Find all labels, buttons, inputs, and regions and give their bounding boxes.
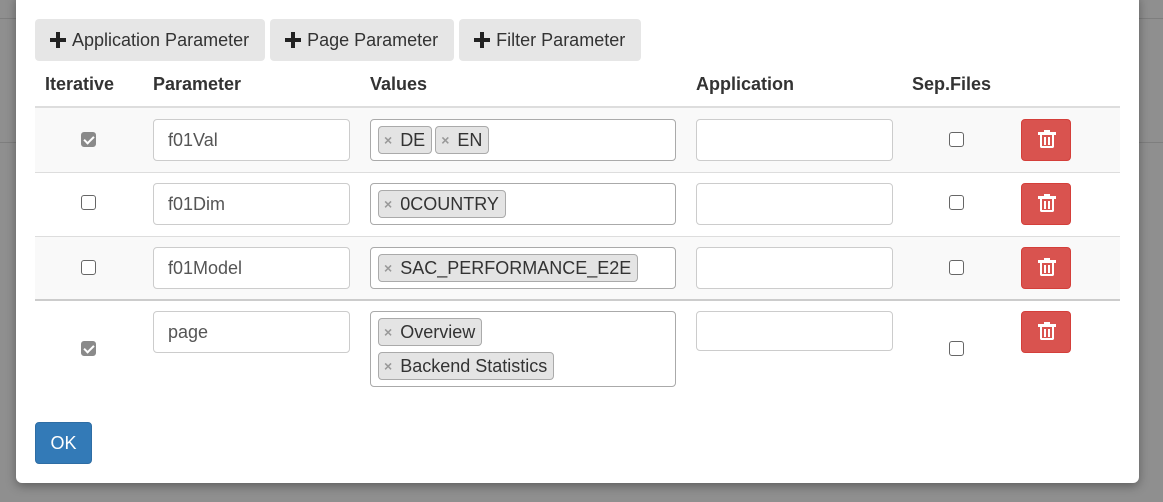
add-page-parameter-button[interactable]: Page Parameter [270,19,455,61]
trash-icon [1038,322,1056,340]
value-tag-label: Backend Statistics [400,355,548,376]
trash-icon [1038,194,1056,212]
add-filter-parameter-label: Filter Parameter [496,29,626,50]
delete-row-button[interactable] [1021,183,1071,225]
value-tag-label: SAC_PERFORMANCE_E2E [400,257,632,278]
header-parameter: Parameter [153,74,242,94]
iterative-checkbox[interactable] [81,341,96,356]
table-row: page × Overview × Backend Statistics [35,301,1120,396]
value-tag: × DE [378,126,433,154]
table-row: f01Model × SAC_PERFORMANCE_E2E [35,237,1120,299]
close-icon[interactable]: × [441,132,449,148]
close-icon[interactable]: × [384,324,392,340]
sep-files-checkbox[interactable] [949,341,964,356]
parameter-name-field[interactable]: page [153,311,350,353]
backdrop-divider [0,18,16,19]
application-field[interactable] [696,183,893,225]
close-icon[interactable]: × [384,358,392,374]
trash-icon [1038,258,1056,276]
parameter-name-field[interactable]: f01Model [153,247,350,289]
sep-files-checkbox[interactable] [949,260,964,275]
values-multiselect[interactable]: × SAC_PERFORMANCE_E2E [370,247,676,289]
delete-row-button[interactable] [1021,119,1071,161]
values-multiselect[interactable]: × Overview × Backend Statistics [370,311,676,387]
table-row: f01Val × DE × EN [35,108,1120,172]
add-application-parameter-button[interactable]: Application Parameter [35,19,266,61]
backdrop-divider [0,142,16,143]
value-tag-label: 0COUNTRY [400,193,499,214]
header-values: Values [370,74,428,94]
application-field[interactable] [696,247,893,289]
iterative-checkbox[interactable] [81,195,96,210]
values-multiselect[interactable]: × DE × EN [370,119,676,161]
value-tag: × SAC_PERFORMANCE_E2E [378,254,639,282]
values-multiselect[interactable]: × 0COUNTRY [370,183,676,225]
value-tag-label: Overview [400,321,476,342]
add-application-parameter-label: Application Parameter [72,29,250,50]
application-field[interactable] [696,311,893,351]
value-tag: × Backend Statistics [378,352,555,380]
close-icon[interactable]: × [384,260,392,276]
value-tag: × 0COUNTRY [378,190,506,218]
iterative-checkbox[interactable] [81,132,96,147]
trash-icon [1038,130,1056,148]
backdrop-divider [1139,142,1163,143]
application-field[interactable] [696,119,893,161]
backdrop-divider [1139,18,1163,19]
value-tag-label: EN [457,129,483,150]
value-tag: × EN [435,126,490,154]
add-filter-parameter-button[interactable]: Filter Parameter [459,19,642,61]
delete-row-button[interactable] [1021,247,1071,289]
close-icon[interactable]: × [384,132,392,148]
parameter-dialog: Application Parameter Page Parameter Fil… [16,0,1139,483]
value-tag: × Overview [378,318,483,346]
sep-files-checkbox[interactable] [949,132,964,147]
value-tag-label: DE [400,129,426,150]
plus-icon [285,32,302,48]
parameter-name-field[interactable]: f01Dim [153,183,350,225]
add-page-parameter-label: Page Parameter [307,29,439,50]
iterative-checkbox[interactable] [81,260,96,275]
table-row: f01Dim × 0COUNTRY [35,173,1120,236]
header-application: Application [696,74,794,94]
ok-button[interactable]: OK [35,422,92,464]
close-icon[interactable]: × [384,196,392,212]
sep-files-checkbox[interactable] [949,195,964,210]
parameter-name-field[interactable]: f01Val [153,119,350,161]
header-sep-files: Sep.Files [912,74,992,94]
plus-icon [50,32,66,48]
delete-row-button[interactable] [1021,311,1071,353]
header-iterative: Iterative [45,74,115,94]
parameter-toolbar: Application Parameter Page Parameter Fil… [35,19,642,61]
plus-icon [474,32,491,48]
